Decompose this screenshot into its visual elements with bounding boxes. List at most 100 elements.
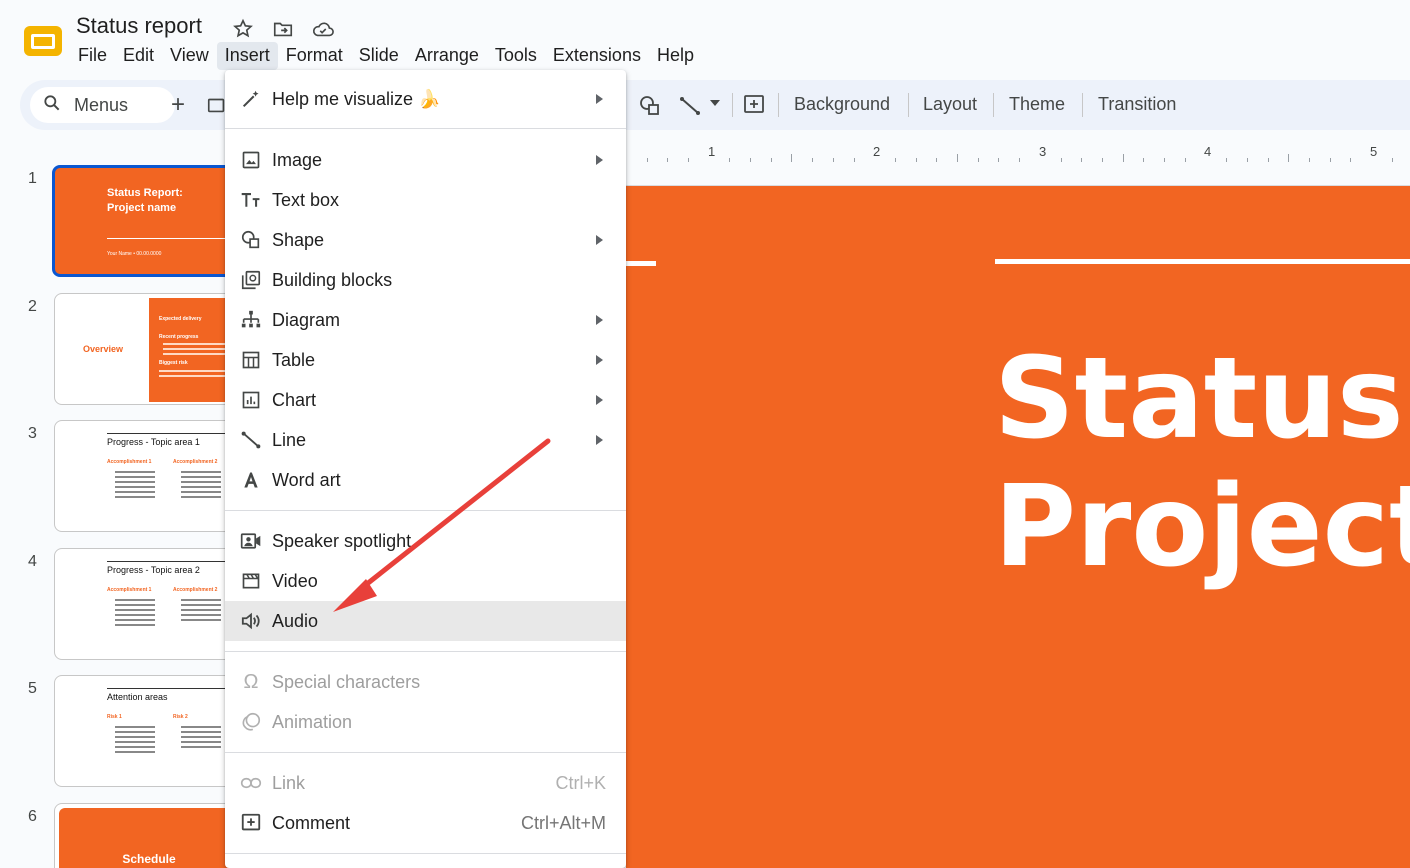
insert-menu-dropdown: Help me visualize 🍌 Image Text box Shape…: [225, 70, 626, 868]
slide-accent-rule: [626, 261, 656, 266]
audio-speaker-icon: [240, 610, 262, 632]
menu-item-diagram[interactable]: Diagram: [225, 300, 626, 340]
menu-divider: [225, 853, 626, 854]
menu-tools[interactable]: Tools: [487, 42, 545, 70]
transition-button[interactable]: Transition: [1098, 94, 1176, 115]
line-options-chevron-icon[interactable]: [710, 100, 720, 106]
move-folder-icon[interactable]: [270, 16, 296, 42]
horizontal-ruler[interactable]: 1 2 3 4 5: [626, 140, 1410, 164]
slide-thumbnail-3[interactable]: Progress - Topic area 1 Accomplishment 1…: [54, 420, 254, 532]
menu-item-shape[interactable]: Shape: [225, 220, 626, 260]
menu-item-animation[interactable]: Animation: [225, 702, 626, 742]
ruler-tick: [1226, 158, 1228, 162]
ruler-tick: [1143, 158, 1145, 162]
diagram-icon: [240, 309, 262, 331]
menu-item-label: Word art: [272, 469, 341, 490]
menu-arrange[interactable]: Arrange: [407, 42, 487, 70]
document-title[interactable]: Status report: [76, 13, 202, 39]
menu-help[interactable]: Help: [649, 42, 702, 70]
ruler-tick: [894, 158, 896, 162]
ruler-tick: [977, 158, 979, 162]
line-icon: [240, 429, 262, 451]
toolbar-divider: [908, 93, 909, 117]
ruler-tick: [667, 158, 669, 162]
star-icon[interactable]: [230, 16, 256, 42]
thumb-column-heading: Accomplishment 2: [173, 587, 218, 593]
slide-number: 3: [28, 425, 37, 442]
menu-format[interactable]: Format: [278, 42, 351, 70]
slide-canvas[interactable]: Status R Project n: [626, 186, 1410, 868]
layout-button[interactable]: Layout: [923, 94, 977, 115]
menu-item-text-box[interactable]: Text box: [225, 180, 626, 220]
add-comment-icon: [240, 812, 262, 834]
menu-file[interactable]: File: [70, 42, 115, 70]
background-button[interactable]: Background: [794, 94, 890, 115]
thumb-text-lines: [181, 471, 221, 501]
slide-title-line-2[interactable]: Project n: [994, 464, 1410, 590]
menu-item-special-characters[interactable]: Ω Special characters: [225, 662, 626, 702]
ruler-tick: [1391, 158, 1393, 162]
thumb-column-heading: Accomplishment 2: [173, 459, 218, 465]
shape-icon: [240, 229, 262, 251]
menu-slide[interactable]: Slide: [351, 42, 407, 70]
shape-tool-icon[interactable]: [638, 94, 662, 123]
chart-icon: [240, 389, 262, 411]
menu-item-label: Shape: [272, 229, 325, 250]
slide-title-line-1[interactable]: Status R: [994, 336, 1410, 462]
text-box-icon: [240, 189, 262, 211]
menu-edit[interactable]: Edit: [115, 42, 162, 70]
thumb-byline: Your Name • 00.00.0000: [107, 251, 162, 257]
ruler-tick: [957, 154, 958, 162]
line-tool-icon[interactable]: [678, 94, 702, 123]
speaker-spotlight-icon: [240, 530, 262, 552]
menu-item-word-art[interactable]: Word art: [225, 460, 626, 500]
menu-item-link[interactable]: Link Ctrl+K: [225, 763, 626, 803]
submenu-arrow-icon: [596, 395, 603, 405]
menu-item-line[interactable]: Line: [225, 420, 626, 460]
slide-thumbnail-4[interactable]: Progress - Topic area 2 Accomplishment 1…: [54, 548, 254, 660]
thumb-heading: Expected delivery: [159, 316, 202, 322]
thumb-title: Status Report:: [107, 187, 183, 199]
theme-button[interactable]: Theme: [1009, 94, 1065, 115]
ruler-tick: [1308, 158, 1310, 162]
menu-item-help-me-visualize[interactable]: Help me visualize 🍌: [225, 79, 626, 119]
submenu-arrow-icon: [596, 315, 603, 325]
ruler-tick: [770, 158, 772, 162]
slide-thumbnail-5[interactable]: Attention areas Risk 1 Risk 2: [54, 675, 254, 787]
menu-item-label: Animation: [272, 711, 353, 732]
ruler-tick: [687, 158, 689, 162]
ruler-tick: [853, 158, 855, 162]
ruler-tick: [998, 158, 1000, 162]
menu-item-audio[interactable]: Audio: [225, 601, 626, 641]
ruler-tick: [1288, 154, 1290, 162]
toolbar-divider: [778, 93, 779, 117]
thumb-title: Project name: [107, 202, 177, 214]
new-slide-plus-icon[interactable]: +: [165, 92, 191, 118]
menu-item-comment[interactable]: Comment Ctrl+Alt+M: [225, 803, 626, 843]
keyboard-shortcut: Ctrl+Alt+M: [520, 812, 606, 833]
cloud-saved-icon[interactable]: [310, 16, 336, 42]
thumb-orange-panel: Schedule: [59, 808, 253, 868]
ruler-tick: [750, 158, 751, 162]
menu-view[interactable]: View: [162, 42, 217, 70]
slide-thumbnail-1[interactable]: Status Report: Project name Your Name • …: [52, 165, 252, 277]
ruler-tick: [1350, 158, 1352, 162]
omega-icon: Ω: [243, 670, 259, 693]
menu-item-table[interactable]: Table: [225, 340, 626, 380]
menu-item-speaker-spotlight[interactable]: Speaker spotlight: [225, 521, 626, 561]
ruler-tick: [1019, 158, 1021, 162]
menu-item-chart[interactable]: Chart: [225, 380, 626, 420]
search-menus-input[interactable]: Menus: [30, 87, 175, 123]
slide-thumbnail-6[interactable]: Schedule: [54, 803, 254, 868]
menu-insert[interactable]: Insert: [216, 42, 278, 70]
menu-item-video[interactable]: Video: [225, 561, 626, 601]
menu-item-image[interactable]: Image: [225, 140, 626, 180]
menu-extensions[interactable]: Extensions: [545, 42, 649, 70]
slide-thumbnail-2[interactable]: Overview Expected delivery Recent progre…: [54, 293, 254, 405]
slides-logo-icon[interactable]: [22, 22, 64, 60]
ruler-label: 3: [1039, 144, 1047, 159]
add-comment-icon[interactable]: [742, 93, 766, 122]
menu-item-building-blocks[interactable]: Building blocks: [225, 260, 626, 300]
menu-item-label: Link: [272, 772, 306, 793]
ruler-tick: [1184, 158, 1186, 162]
